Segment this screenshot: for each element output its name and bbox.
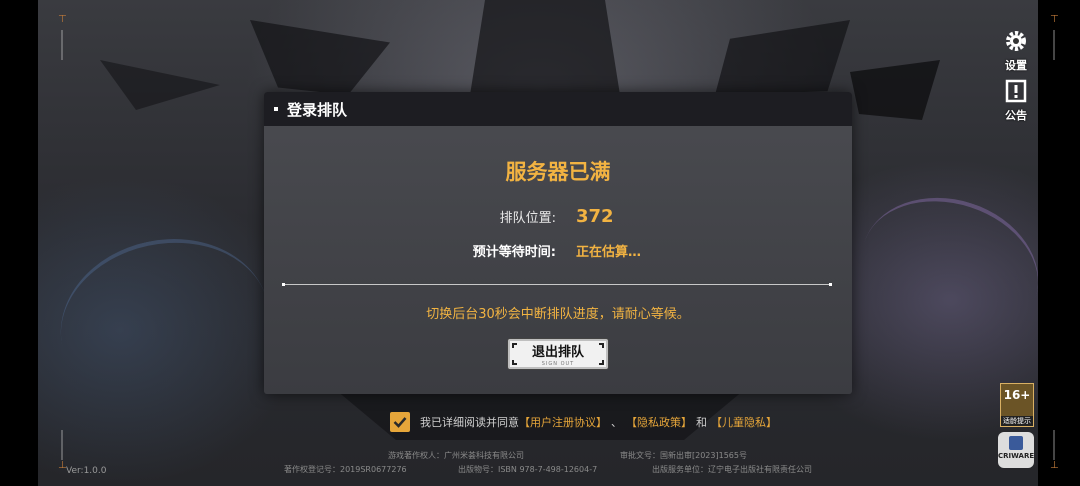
header-dot-icon (274, 107, 278, 111)
publisher: 出版服务单位：辽宁电子出版社有限责任公司 (652, 465, 812, 474)
background-wing-left (250, 20, 390, 95)
agreement-text: 我已详细阅读并同意 (420, 416, 519, 429)
frame-corner-mark: ⊤ (58, 14, 67, 25)
criware-label: CRIWARE (998, 452, 1035, 460)
button-corner (599, 360, 604, 365)
agreement-separator: 、 (611, 416, 622, 429)
frame-corner-mark: ⊥ (1050, 460, 1059, 471)
login-queue-dialog: 登录排队 服务器已满 排队位置: 372 预计等待时间: 正在估算… 切换后台3… (264, 92, 852, 394)
frame-corner-line (61, 30, 63, 60)
right-letterbox (1038, 0, 1080, 486)
button-corner (512, 360, 517, 365)
agreement-row: 我已详细阅读并同意 【用户注册协议】 、 【隐私政策】 和 【儿童隐私】 (390, 412, 777, 432)
dialog-title: 登录排队 (287, 100, 348, 119)
background-character-hair (44, 220, 286, 430)
queue-position-label: 排队位置: (499, 210, 556, 226)
background-shard (100, 60, 220, 110)
user-agreement-link[interactable]: 【用户注册协议】 (519, 414, 607, 430)
notice-button[interactable]: 公告 (998, 76, 1034, 123)
frame-corner-line (1053, 430, 1055, 460)
registration-number: 著作权登记号：2019SR0677276 (284, 465, 407, 474)
exit-queue-button[interactable]: 退出排队 SIGN OUT (508, 339, 608, 369)
button-corner (512, 343, 517, 348)
wait-time-value: 正在估算… (576, 244, 642, 260)
wait-time-row: 预计等待时间: 正在估算… (264, 239, 852, 261)
privacy-policy-link[interactable]: 【隐私政策】 (626, 414, 692, 430)
game-screen: ⊤ ⊤ ⊥ ⊥ 设置 公告 登录排队 服务器已满 排队位置: 372 预计等待时… (0, 0, 1080, 486)
frame-corner-mark: ⊤ (1050, 14, 1059, 25)
frame-corner-line (1053, 30, 1055, 60)
version-label: Ver:1.0.0 (66, 466, 107, 476)
left-letterbox (0, 0, 38, 486)
isbn-number: 出版物号：ISBN 978-7-498-12604-7 (458, 465, 598, 474)
background-warning-hint: 切换后台30秒会中断排队进度，请耐心等候。 (426, 307, 690, 322)
agreement-checkbox[interactable] (390, 412, 410, 432)
criware-cube-icon (1009, 436, 1023, 450)
notice-label: 公告 (1005, 109, 1027, 122)
background-mech-head (470, 0, 620, 95)
approval-number: 审批文号：国新出审[2023]1565号 (620, 451, 747, 460)
criware-logo: CRIWARE (998, 432, 1034, 468)
gear-icon (1001, 26, 1031, 56)
settings-button[interactable]: 设置 (998, 26, 1034, 73)
wait-time-label: 预计等待时间: (472, 244, 556, 260)
age-rating-value: 16+ (1003, 388, 1031, 402)
age-rating-sub: 适龄提示 (1001, 416, 1033, 426)
age-rating-badge[interactable]: 16+ 适龄提示 (1000, 383, 1034, 427)
agreement-separator: 和 (696, 416, 707, 429)
child-privacy-link[interactable]: 【儿童隐私】 (711, 414, 777, 430)
background-wing-right (715, 20, 850, 95)
server-status: 服务器已满 (505, 160, 611, 184)
background-shard (850, 60, 940, 120)
queue-position-value: 372 (576, 205, 614, 227)
copyright-owner: 游戏著作权人：广州米荟科技有限公司 (388, 451, 524, 460)
button-corner (599, 343, 604, 348)
notice-icon (1001, 76, 1031, 106)
exit-queue-sublabel: SIGN OUT (541, 361, 575, 367)
check-icon (393, 417, 407, 428)
exit-queue-label: 退出排队 (531, 345, 584, 360)
queue-position-row: 排队位置: 372 (264, 205, 852, 227)
settings-label: 设置 (1005, 59, 1027, 72)
background-character-hair (842, 175, 1058, 365)
dialog-header: 登录排队 (264, 92, 852, 126)
divider (282, 283, 832, 286)
frame-corner-line (61, 430, 63, 460)
